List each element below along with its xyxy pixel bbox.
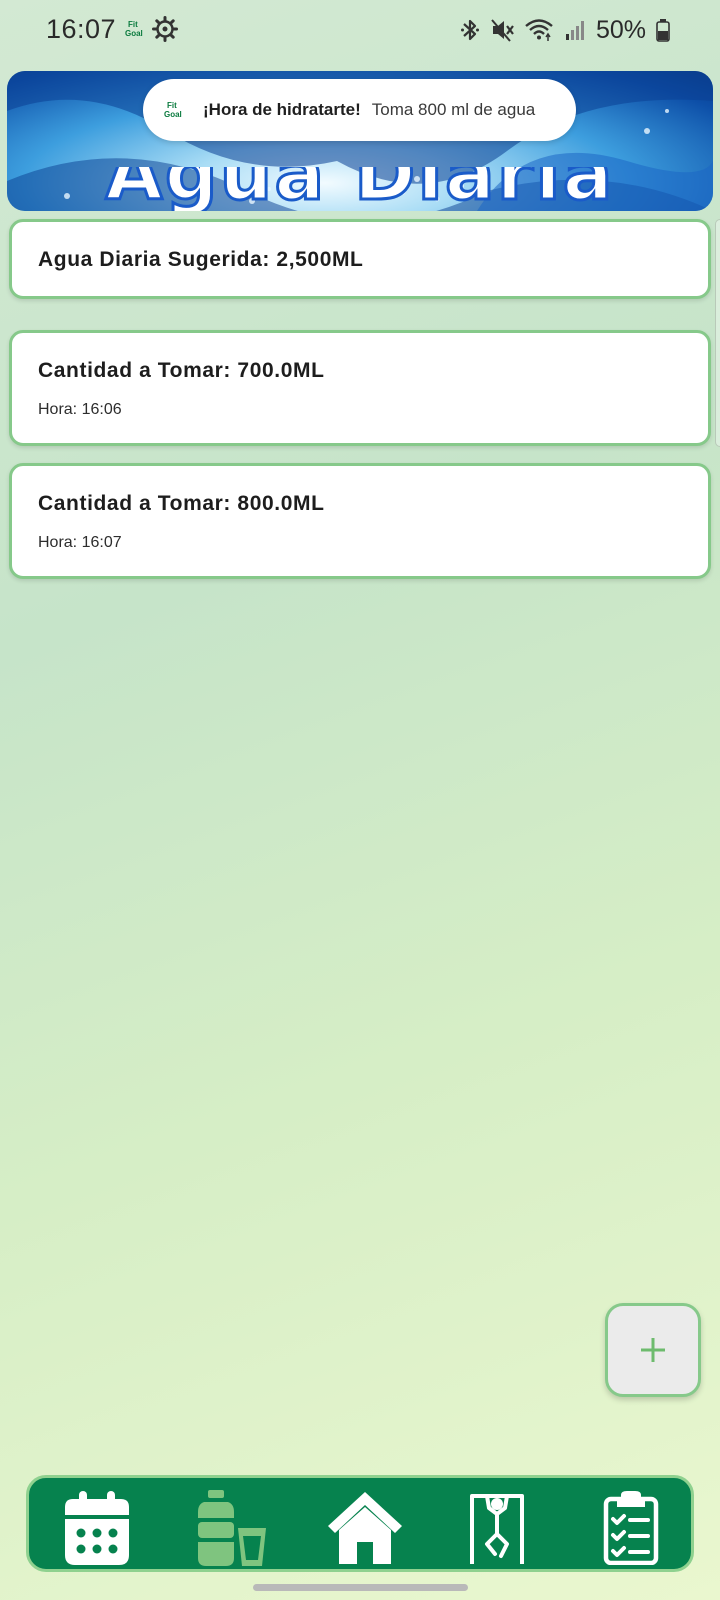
svg-text:Fit: Fit [128, 20, 138, 29]
battery-icon [656, 19, 670, 42]
mute-icon [491, 19, 514, 42]
home-gesture-bar[interactable] [253, 1584, 468, 1591]
fitgoal-app-icon: Fit Goal [164, 101, 182, 119]
entry-time: Hora: 16:07 [38, 534, 122, 551]
nav-water[interactable] [193, 1488, 273, 1568]
gear-icon [152, 16, 178, 42]
entry-amount: Cantidad a Tomar: 800.0ML [38, 492, 325, 515]
status-bar: 16:07 Fit Goal 50% [0, 0, 720, 60]
svg-text:Goal: Goal [164, 110, 182, 119]
clipboard-checklist-icon [603, 1491, 659, 1565]
notification-title: ¡Hora de hidratarte! [203, 100, 361, 119]
svg-text:Fit: Fit [167, 101, 177, 110]
notification-text: Toma 800 ml de agua [371, 100, 536, 119]
home-icon [328, 1492, 402, 1564]
water-entry-card[interactable]: Cantidad a Tomar: 800.0ML Hora: 16:07 [9, 463, 711, 579]
side-panel-edge[interactable] [715, 219, 720, 447]
add-water-button[interactable] [605, 1303, 701, 1397]
svg-text:Goal: Goal [125, 29, 143, 38]
banner-title: Agua Diaria [104, 167, 615, 211]
nav-calendar[interactable] [57, 1488, 137, 1568]
suggested-water-card: Agua Diaria Sugerida: 2,500ML [9, 219, 711, 299]
nav-tasks[interactable] [591, 1488, 671, 1568]
wifi-icon [525, 19, 553, 41]
bluetooth-icon [460, 19, 479, 41]
fitgoal-app-icon: Fit Goal [125, 20, 143, 38]
workout-icon [470, 1494, 524, 1564]
nav-workout[interactable] [457, 1488, 537, 1568]
suggested-water-label: Agua Diaria Sugerida: 2,500ML [38, 248, 364, 271]
water-entry-card[interactable]: Cantidad a Tomar: 700.0ML Hora: 16:06 [9, 330, 711, 446]
status-time: 16:07 [46, 14, 117, 44]
signal-icon [565, 21, 584, 40]
plus-icon [641, 1338, 665, 1362]
water-bottle-icon [198, 1490, 266, 1566]
battery-percent: 50% [595, 15, 646, 44]
entry-time: Hora: 16:06 [38, 401, 122, 418]
status-icons: 50% [460, 14, 670, 46]
entry-amount: Cantidad a Tomar: 700.0ML [38, 359, 325, 382]
calendar-icon [65, 1491, 129, 1565]
bottom-nav [26, 1475, 694, 1572]
hydration-notification[interactable]: Fit Goal ¡Hora de hidratarte! Toma 800 m… [143, 79, 576, 141]
nav-home[interactable] [325, 1488, 405, 1568]
